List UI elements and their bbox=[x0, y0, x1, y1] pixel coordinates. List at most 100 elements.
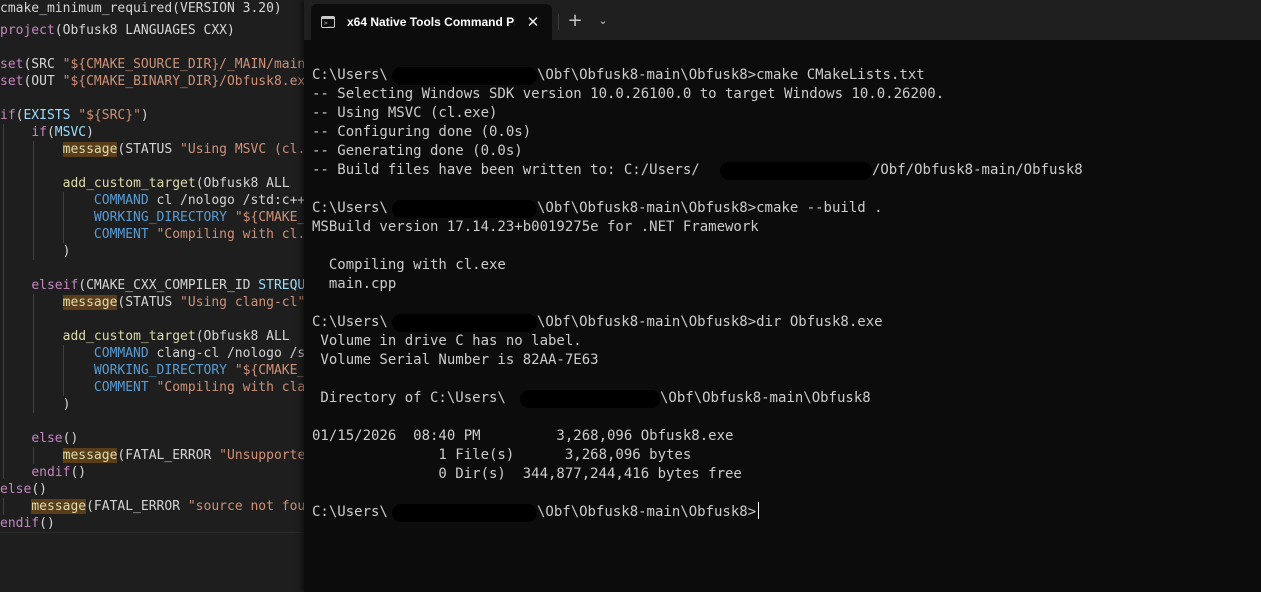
terminal-line-prefix: C:\Users\ bbox=[312, 67, 388, 83]
terminal-line-suffix: \Obf\Obfusk8-main\Obfusk8> bbox=[536, 504, 757, 520]
code-line: COMMAND clang-cl /nologo /std bbox=[0, 345, 304, 362]
code-line: project(Obfusk8 LANGUAGES CXX) bbox=[0, 22, 235, 39]
code-token: WORKING_DIRECTORY bbox=[93, 363, 227, 378]
code-token: if bbox=[31, 125, 47, 140]
redaction-mark bbox=[392, 504, 537, 522]
code-token: ) bbox=[0, 397, 71, 412]
code-line: endif() bbox=[0, 464, 86, 481]
code-token: WORKING_DIRECTORY bbox=[93, 210, 227, 225]
code-token: COMMAND bbox=[93, 193, 149, 208]
code-line: COMMENT "Compiling with clang bbox=[0, 379, 304, 396]
terminal-line-prefix: C:\Users\ bbox=[312, 504, 388, 520]
terminal-output[interactable]: C:\Users\ \Obf\Obfusk8-main\Obfusk8>cmake… bbox=[312, 66, 1252, 586]
code-token: (FATAL_ERROR bbox=[117, 448, 220, 463]
code-token: cmake_minimum_required(VERSION 3.20) bbox=[0, 1, 282, 16]
code-token: "Compiling with cl.ex bbox=[156, 227, 304, 242]
terminal-line: 0 Dir(s) 344,877,244,416 bytes free bbox=[312, 466, 742, 482]
code-line: message(FATAL_ERROR "Unsupported bbox=[0, 447, 304, 464]
code-editor[interactable]: cmake_minimum_required(VERSION 3.20) proj… bbox=[0, 0, 304, 592]
terminal-line: Volume Serial Number is 82AA-7E63 bbox=[312, 352, 599, 368]
terminal-line: -- Build files have been written to: C:/… bbox=[312, 161, 1083, 180]
code-token: endif bbox=[31, 465, 71, 480]
code-token: "Compiling with clang bbox=[156, 380, 304, 395]
code-line: else() bbox=[0, 481, 47, 498]
code-token: message bbox=[62, 142, 118, 157]
code-token: () bbox=[39, 516, 55, 531]
code-line: ) bbox=[0, 243, 71, 260]
code-token: "Using MSVC (cl.ex bbox=[180, 142, 304, 157]
code-token: "Using clang-cl" bbox=[180, 295, 304, 310]
code-token: ) bbox=[140, 108, 149, 123]
terminal-line: MSBuild version 17.14.23+b0019275e for .… bbox=[312, 219, 759, 235]
code-token: (SRC bbox=[23, 57, 63, 72]
terminal-titlebar[interactable]: >_ x64 Native Tools Command Pr ✕ + ⌄ bbox=[304, 0, 1261, 40]
code-line: COMMAND cl /nologo /std:c++17 bbox=[0, 192, 304, 209]
code-token: else bbox=[0, 482, 32, 497]
editor-empty-area[interactable] bbox=[0, 532, 304, 592]
terminal-line: -- Using MSVC (cl.exe) bbox=[312, 105, 498, 121]
terminal-line: Volume in drive C has no label. bbox=[312, 333, 582, 349]
code-token: clang-cl /nologo /std bbox=[148, 346, 304, 361]
code-token: (Obfusk8 ALL bbox=[195, 329, 290, 344]
code-token: (Obfusk8 LANGUAGES CXX) bbox=[54, 23, 235, 38]
code-token: "${CMAKE_SOURCE_DIR}/_MAIN/main.c bbox=[62, 57, 304, 72]
close-tab-icon[interactable]: ✕ bbox=[521, 10, 545, 34]
code-token: set bbox=[0, 57, 24, 72]
code-token: (OUT bbox=[23, 74, 63, 89]
code-token: MSVC bbox=[54, 125, 87, 140]
code-line: add_custom_target(Obfusk8 ALL bbox=[0, 328, 290, 345]
code-token: "Unsupported bbox=[219, 448, 304, 463]
redaction-mark bbox=[720, 162, 872, 180]
code-token: () bbox=[62, 431, 79, 446]
code-line: message(FATAL_ERROR "source not found bbox=[0, 498, 304, 515]
code-token: ) bbox=[0, 244, 71, 259]
code-token: set bbox=[0, 74, 24, 89]
code-token: "${SRC}" bbox=[78, 108, 141, 123]
new-tab-button[interactable]: + bbox=[562, 8, 588, 34]
code-line: set(OUT "${CMAKE_BINARY_DIR}/Obfusk8.exe bbox=[0, 73, 304, 90]
terminal-line-prefix: -- Build files have been written to: C:/… bbox=[312, 162, 700, 178]
terminal-line-suffix: \Obf\Obfusk8-main\Obfusk8>cmake --build … bbox=[536, 200, 883, 216]
code-line: message(STATUS "Using clang-cl") bbox=[0, 294, 304, 311]
code-token: project bbox=[0, 23, 55, 38]
terminal-line-suffix: \Obf\Obfusk8-main\Obfusk8>cmake CMakeLis… bbox=[536, 67, 925, 83]
code-line: WORKING_DIRECTORY "${CMAKE_BI bbox=[0, 362, 304, 379]
code-token: (Obfusk8 ALL bbox=[195, 176, 290, 191]
code-line: else() bbox=[0, 430, 78, 447]
terminal-line-prefix: Directory of C:\Users\ bbox=[312, 390, 506, 406]
terminal-line: main.cpp bbox=[312, 276, 397, 292]
terminal-line: -- Generating done (0.0s) bbox=[312, 143, 523, 159]
terminal-window[interactable]: >_ x64 Native Tools Command Pr ✕ + ⌄ C:\… bbox=[304, 0, 1261, 592]
code-token: COMMAND bbox=[93, 346, 149, 361]
terminal-line: -- Selecting Windows SDK version 10.0.26… bbox=[312, 86, 945, 102]
code-token: if bbox=[0, 108, 16, 123]
code-token: COMMENT bbox=[93, 380, 149, 395]
terminal-line-prefix: C:\Users\ bbox=[312, 200, 388, 216]
code-token: () bbox=[31, 482, 47, 497]
code-line: COMMENT "Compiling with cl.ex bbox=[0, 226, 304, 243]
terminal-tab[interactable]: >_ x64 Native Tools Command Pr ✕ bbox=[311, 4, 552, 40]
code-token: (STATUS bbox=[117, 142, 181, 157]
terminal-line-suffix: /Obf/Obfusk8-main/Obfusk8 bbox=[871, 162, 1083, 178]
code-token: "source not found bbox=[187, 499, 304, 514]
code-token: "${CMAKE_BI bbox=[234, 210, 304, 225]
code-token: () bbox=[70, 465, 87, 480]
terminal-line: 01/15/2026 08:40 PM 3,268,096 Obfusk8.ex… bbox=[312, 428, 734, 444]
terminal-line: -- Configuring done (0.0s) bbox=[312, 124, 532, 140]
chevron-down-icon[interactable]: ⌄ bbox=[592, 8, 614, 34]
code-token: ) bbox=[86, 125, 94, 140]
code-token: message bbox=[62, 448, 118, 463]
